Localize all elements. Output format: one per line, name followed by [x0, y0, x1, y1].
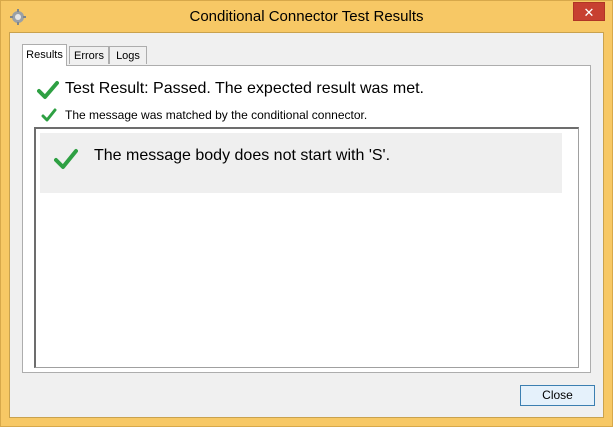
window-title: Conditional Connector Test Results: [189, 8, 424, 25]
title-bar[interactable]: Conditional Connector Test Results ✕: [1, 1, 612, 32]
check-icon: [37, 80, 59, 105]
check-icon: [54, 148, 78, 175]
dialog-client-area: Results Errors Logs Test Result: Passed.…: [9, 32, 604, 418]
close-icon[interactable]: ✕: [573, 2, 605, 21]
close-button[interactable]: Close: [520, 385, 595, 406]
tab-logs[interactable]: Logs: [109, 46, 147, 64]
condition-results-list[interactable]: The message body does not start with 'S'…: [34, 127, 579, 368]
test-result-headline: Test Result: Passed. The expected result…: [65, 80, 424, 97]
condition-result-text: The message body does not start with 'S'…: [94, 147, 391, 164]
tab-results[interactable]: Results: [22, 44, 67, 66]
match-message: The message was matched by the condition…: [65, 108, 368, 122]
dialog-window: Conditional Connector Test Results ✕ Res…: [0, 0, 613, 427]
results-panel: Test Result: Passed. The expected result…: [22, 65, 591, 373]
check-icon: [41, 108, 57, 127]
tab-errors[interactable]: Errors: [69, 46, 109, 64]
list-item[interactable]: The message body does not start with 'S'…: [40, 133, 562, 193]
